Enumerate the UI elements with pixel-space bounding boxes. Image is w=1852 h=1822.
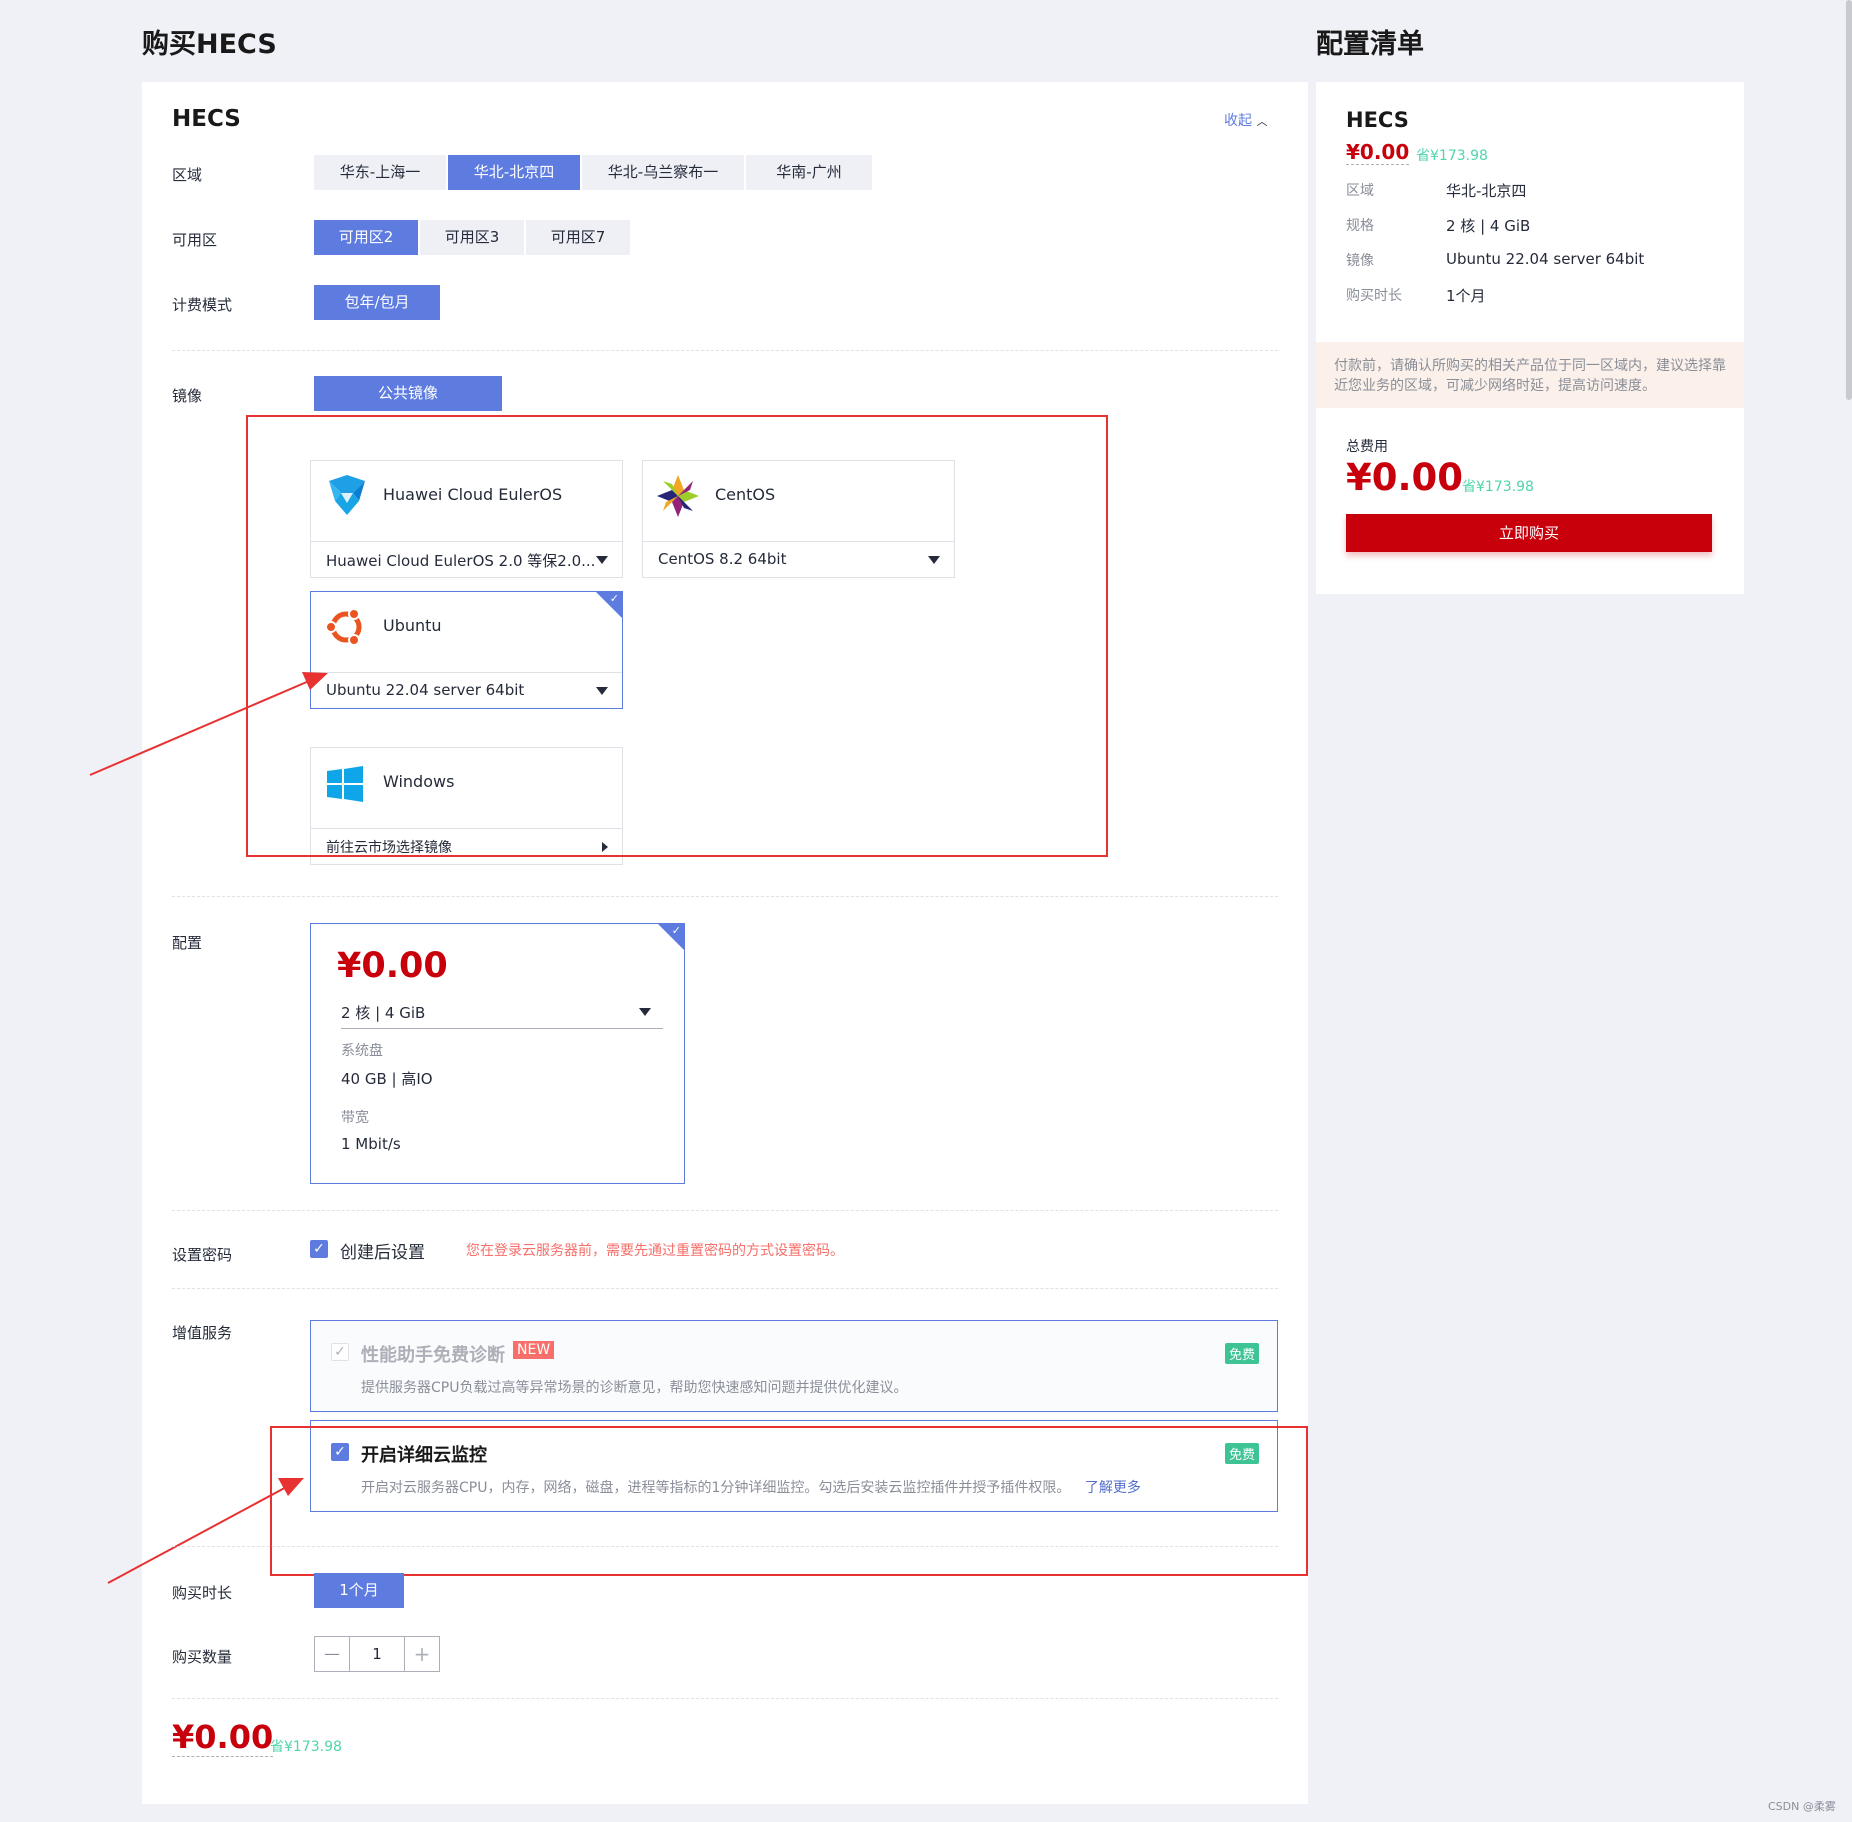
minus-button[interactable]: — [315,1637,350,1671]
quantity-label: 购买数量 [172,1648,233,1666]
buy-now-button[interactable]: 立即购买 [1346,514,1712,552]
summary-notice: 付款前，请确认所购买的相关产品位于同一区域内，建议选择靠近您业务的区域，可减少网… [1316,342,1744,408]
summary-save: 省¥173.98 [1416,148,1488,164]
total-label: 总费用 [1346,439,1388,455]
perf-assistant-checkbox: ✓ [331,1343,349,1361]
plus-button[interactable]: + [404,1637,439,1671]
config-price: ¥0.00 [337,946,448,986]
spec-value: 2 核 | 4 GiB [341,1004,426,1022]
bandwidth-label: 带宽 [341,1110,369,1126]
check-icon: ✓ [671,924,681,937]
summary-row-key: 规格 [1346,218,1374,234]
password-option: 创建后设置 [340,1243,425,1263]
bandwidth-value: 1 Mbit/s [341,1135,401,1153]
password-hint: 您在登录云服务器前，需要先通过重置密码的方式设置密码。 [466,1243,844,1259]
total-save: 省¥173.98 [1462,479,1534,495]
quantity-input[interactable]: 1 [349,1637,405,1671]
divider [172,1210,1278,1211]
spec-select[interactable]: 2 核 | 4 GiB [341,996,663,1029]
summary-price: ¥0.00 [1346,140,1410,165]
free-tag: 免费 [1224,1343,1259,1364]
service-perf-assistant: ✓ 性能助手免费诊断 NEW 免费 提供服务器CPU负载过高等异常场景的诊断意见… [310,1320,1278,1412]
service-desc: 提供服务器CPU负载过高等异常场景的诊断意见，帮助您快速感知问题并提供优化建议。 [361,1380,908,1396]
footer-save: 省¥173.98 [270,1739,342,1755]
password-checkbox[interactable]: ✓ [310,1240,328,1258]
divider [172,896,1278,897]
summary-row-value: 2 核 | 4 GiB [1446,217,1531,235]
scrollbar-thumb[interactable] [1846,0,1852,400]
chevron-down-icon [639,1008,651,1016]
summary-row-value: 1个月 [1446,287,1486,305]
summary-row-value: Ubuntu 22.04 server 64bit [1446,250,1645,268]
watermark: CSDN @柔雾 [1768,1800,1836,1813]
summary-row-key: 镜像 [1346,253,1374,269]
password-label: 设置密码 [172,1246,233,1264]
new-badge: NEW [513,1341,555,1359]
summary-row-key: 区域 [1346,183,1374,199]
config-label: 配置 [172,934,203,952]
config-card[interactable]: ¥0.00 2 核 | 4 GiB 系统盘 40 GB | 高IO 带宽 1 M… [310,923,685,1184]
summary-row-value: 华北-北京四 [1446,182,1527,200]
disk-label: 系统盘 [341,1043,383,1059]
quantity-stepper: — 1 + [314,1636,440,1672]
summary-product: HECS [1346,108,1409,132]
divider [172,1288,1278,1289]
summary-row-key: 购买时长 [1346,288,1402,304]
divider [172,1698,1278,1699]
total-price: ¥0.00 [1346,456,1464,499]
duration-option-1month[interactable]: 1个月 [314,1573,404,1608]
footer-price: ¥0.00 [172,1718,274,1757]
annotation-box-monitoring [270,1426,1308,1576]
service-title: 性能助手免费诊断 [361,1345,505,1366]
divider [172,1546,1278,1547]
disk-value: 40 GB | 高IO [341,1070,433,1088]
value-added-label: 增值服务 [172,1324,233,1342]
duration-label: 购买时长 [172,1584,233,1602]
